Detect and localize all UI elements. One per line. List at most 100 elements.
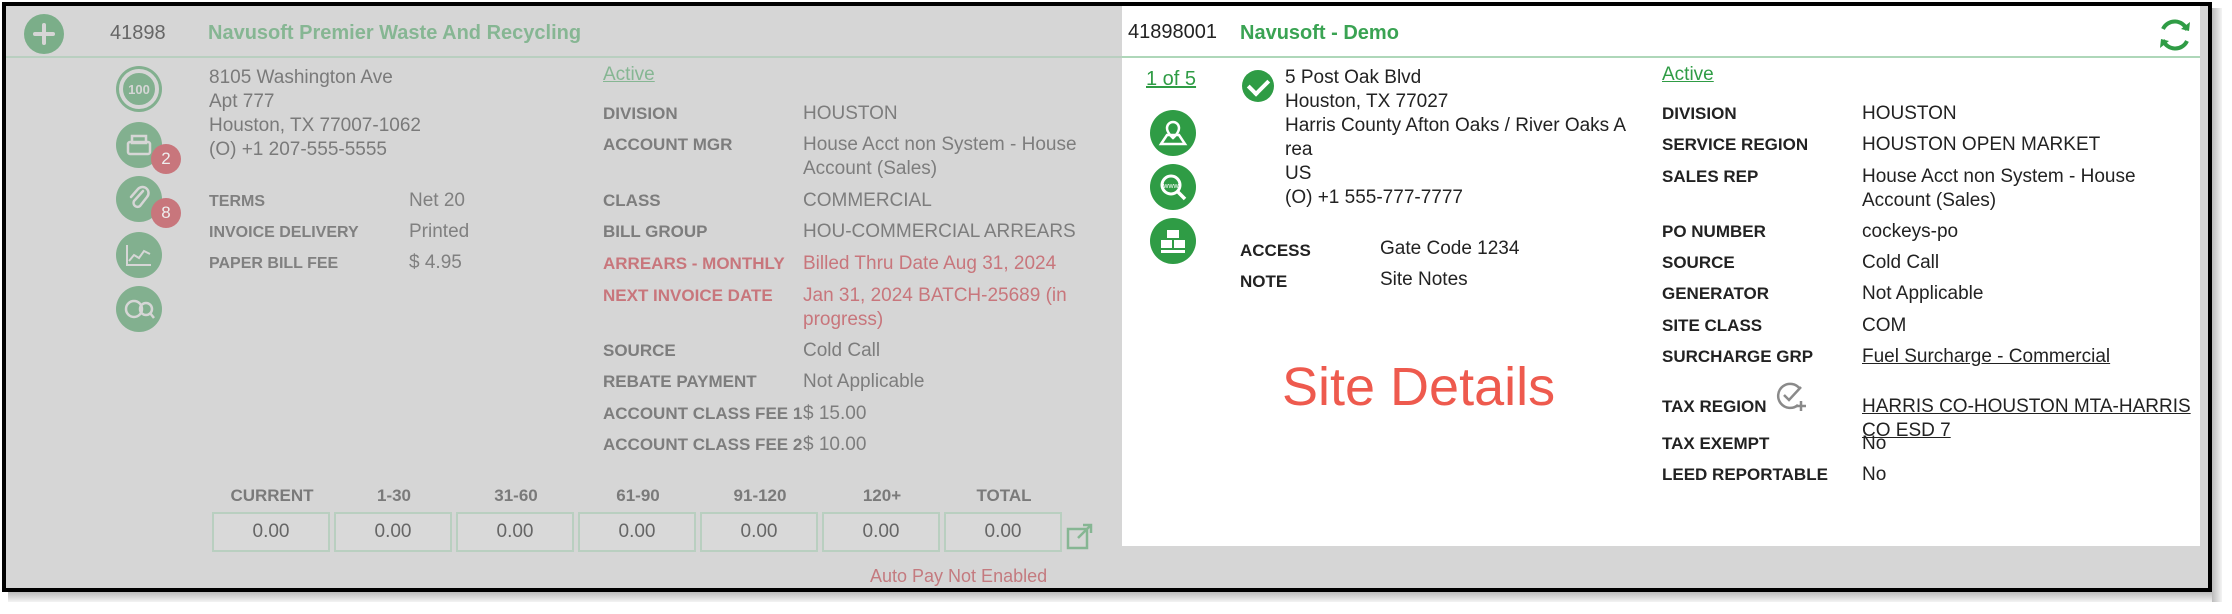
detail-value: Cold Call — [1862, 252, 1940, 273]
detail-label: ACCOUNT CLASS FEE 2 — [603, 435, 803, 454]
detail-label: SITE CLASS — [1662, 316, 1763, 335]
site-status-link[interactable]: Active — [1662, 64, 1714, 86]
aging-header: 91-120 — [733, 486, 787, 505]
svg-text:www: www — [1162, 183, 1179, 190]
address-city: Houston, TX 77007-1062 — [209, 115, 421, 136]
detail-label: TAX REGION — [1662, 397, 1767, 416]
aging-header: 61-90 — [616, 486, 660, 505]
billing-count-badge: 2 — [151, 144, 181, 174]
aging-value: 0.00 — [456, 512, 574, 552]
site-pager-link[interactable]: 1 of 5 — [1146, 68, 1196, 91]
detail-label: PO NUMBER — [1662, 222, 1766, 241]
aging-header: 1-30 — [376, 486, 412, 505]
detail-label: ACCOUNT MGR — [603, 135, 733, 154]
site-address-country: US — [1285, 163, 1312, 184]
detail-value: COMMERCIAL — [803, 190, 932, 211]
web-search-icon[interactable]: www — [1150, 164, 1196, 210]
surcharge-link[interactable]: Fuel Surcharge - Commercial — [1862, 345, 2110, 369]
access-label: ACCESS — [1240, 241, 1311, 260]
detail-label: SERVICE REGION — [1662, 135, 1809, 154]
detail-value: cockeys-po — [1862, 221, 1959, 242]
detail-value: HOU-COMMERCIAL ARREARS — [803, 221, 1076, 242]
aging-value: 0.00 — [212, 512, 330, 552]
detail-label: REBATE PAYMENT — [603, 372, 757, 391]
site-phone: (O) +1 555-777-7777 — [1285, 187, 1463, 208]
autopay-status: Auto Pay Not Enabled — [870, 566, 1048, 586]
chart-icon[interactable] — [116, 232, 162, 278]
aging-header: CURRENT — [230, 486, 314, 505]
detail-label: NEXT INVOICE DATE — [603, 286, 773, 305]
account-header: 41898 Navusoft Premier Waste And Recycli… — [6, 6, 1122, 58]
account-address: 8105 Washington Ave Apt 777 Houston, TX … — [209, 66, 421, 162]
detail-value: Jan 31, 2024 BATCH-25689 (in progress) — [803, 285, 1067, 330]
detail-label: TAX EXEMPT — [1662, 434, 1770, 453]
aging-value: 0.00 — [578, 512, 696, 552]
detail-value: HOUSTON OPEN MARKET — [1862, 134, 2101, 155]
site-details-annotation: Site Details — [1282, 357, 1556, 417]
site-address-county-cont: rea — [1285, 139, 1313, 160]
paper-bill-fee-value: $ 4.95 — [409, 252, 462, 273]
detail-label: ARREARS - MONTHLY — [603, 254, 785, 273]
detail-value: HOUSTON — [803, 103, 898, 124]
site-address-line-1: 5 Post Oak Blvd — [1285, 67, 1422, 88]
detail-label: SALES REP — [1662, 167, 1759, 186]
site-address-city: Houston, TX 77027 — [1285, 91, 1449, 112]
detail-label: SURCHARGE GRP — [1662, 347, 1814, 366]
aging-value: 0.00 — [700, 512, 818, 552]
detail-label: DIVISION — [1662, 104, 1737, 123]
detail-value: House Acct non System - House Account (S… — [803, 134, 1077, 179]
detail-value: $ 15.00 — [803, 403, 867, 424]
add-button[interactable] — [24, 14, 64, 54]
terms-label: TERMS — [209, 193, 265, 210]
attachment-count-badge: 8 — [151, 198, 181, 228]
note-label: NOTE — [1240, 272, 1288, 291]
frame-shadow-right — [2212, 8, 2222, 602]
invoice-delivery-value: Printed — [409, 221, 470, 242]
detail-value: HOUSTON — [1862, 103, 1957, 124]
external-link-icon[interactable] — [1066, 522, 1094, 550]
containers-icon[interactable] — [1150, 218, 1196, 264]
note-value: Site Notes — [1380, 269, 1468, 290]
account-name[interactable]: Navusoft Premier Waste And Recycling — [208, 22, 581, 45]
aging-header: TOTAL — [976, 486, 1032, 505]
detail-value: No — [1862, 464, 1887, 485]
detail-value: Billed Thru Date Aug 31, 2024 — [803, 253, 1057, 274]
site-header: 41898001 Navusoft - Demo — [1122, 6, 2200, 58]
detail-label: GENERATOR — [1662, 284, 1770, 303]
aging-value: 0.00 — [822, 512, 940, 552]
detail-label: ACCOUNT CLASS FEE 1 — [603, 404, 803, 423]
site-name[interactable]: Navusoft - Demo — [1240, 22, 1399, 45]
tax-verify-add-icon[interactable] — [1774, 379, 1808, 413]
tax-region-link[interactable]: HARRIS CO-HOUSTON MTA-HARRIS CO ESD 7 — [1862, 395, 2202, 443]
account-status-link[interactable]: Active — [603, 64, 655, 86]
site-address-county: Harris County Afton Oaks / River Oaks A — [1285, 115, 1627, 136]
detail-value: No — [1862, 433, 1887, 454]
aging-value: 0.00 — [334, 512, 452, 552]
refresh-icon[interactable] — [2156, 16, 2194, 54]
account-phone: (O) +1 207-555-5555 — [209, 139, 387, 160]
site-address: 5 Post Oak Blvd Houston, TX 77027 Harris… — [1285, 66, 1665, 210]
invoice-delivery-label: INVOICE DELIVERY — [209, 224, 359, 241]
access-value: Gate Code 1234 — [1380, 238, 1520, 259]
screenshot-frame: 41898 Navusoft Premier Waste And Recycli… — [2, 2, 2212, 592]
score-icon[interactable]: 100 — [116, 66, 162, 112]
detail-value: $ 10.00 — [803, 434, 867, 455]
detail-label: SOURCE — [1662, 253, 1735, 272]
detail-label: SOURCE — [603, 341, 676, 360]
address-line-1: 8105 Washington Ave — [209, 67, 393, 88]
verified-check-icon — [1242, 70, 1274, 102]
detail-label: LEED REPORTABLE — [1662, 465, 1828, 484]
detail-value: Cold Call — [803, 340, 881, 361]
detail-value: Not Applicable — [1862, 283, 1984, 304]
site-panel: 41898001 Navusoft - Demo 1 of 5 www 5 Po… — [1122, 6, 2200, 546]
detail-label: CLASS — [603, 191, 661, 210]
detail-value: House Acct non System - House Account (S… — [1862, 166, 2136, 211]
terms-value: Net 20 — [409, 190, 465, 211]
aging-total-value: 0.00 — [944, 512, 1062, 552]
search-zoom-icon[interactable] — [116, 286, 162, 332]
map-icon[interactable] — [1150, 110, 1196, 156]
paper-bill-fee-label: PAPER BILL FEE — [209, 255, 339, 272]
detail-label: BILL GROUP — [603, 222, 708, 241]
account-number: 41898 — [110, 22, 166, 44]
detail-value: Not Applicable — [803, 371, 925, 392]
